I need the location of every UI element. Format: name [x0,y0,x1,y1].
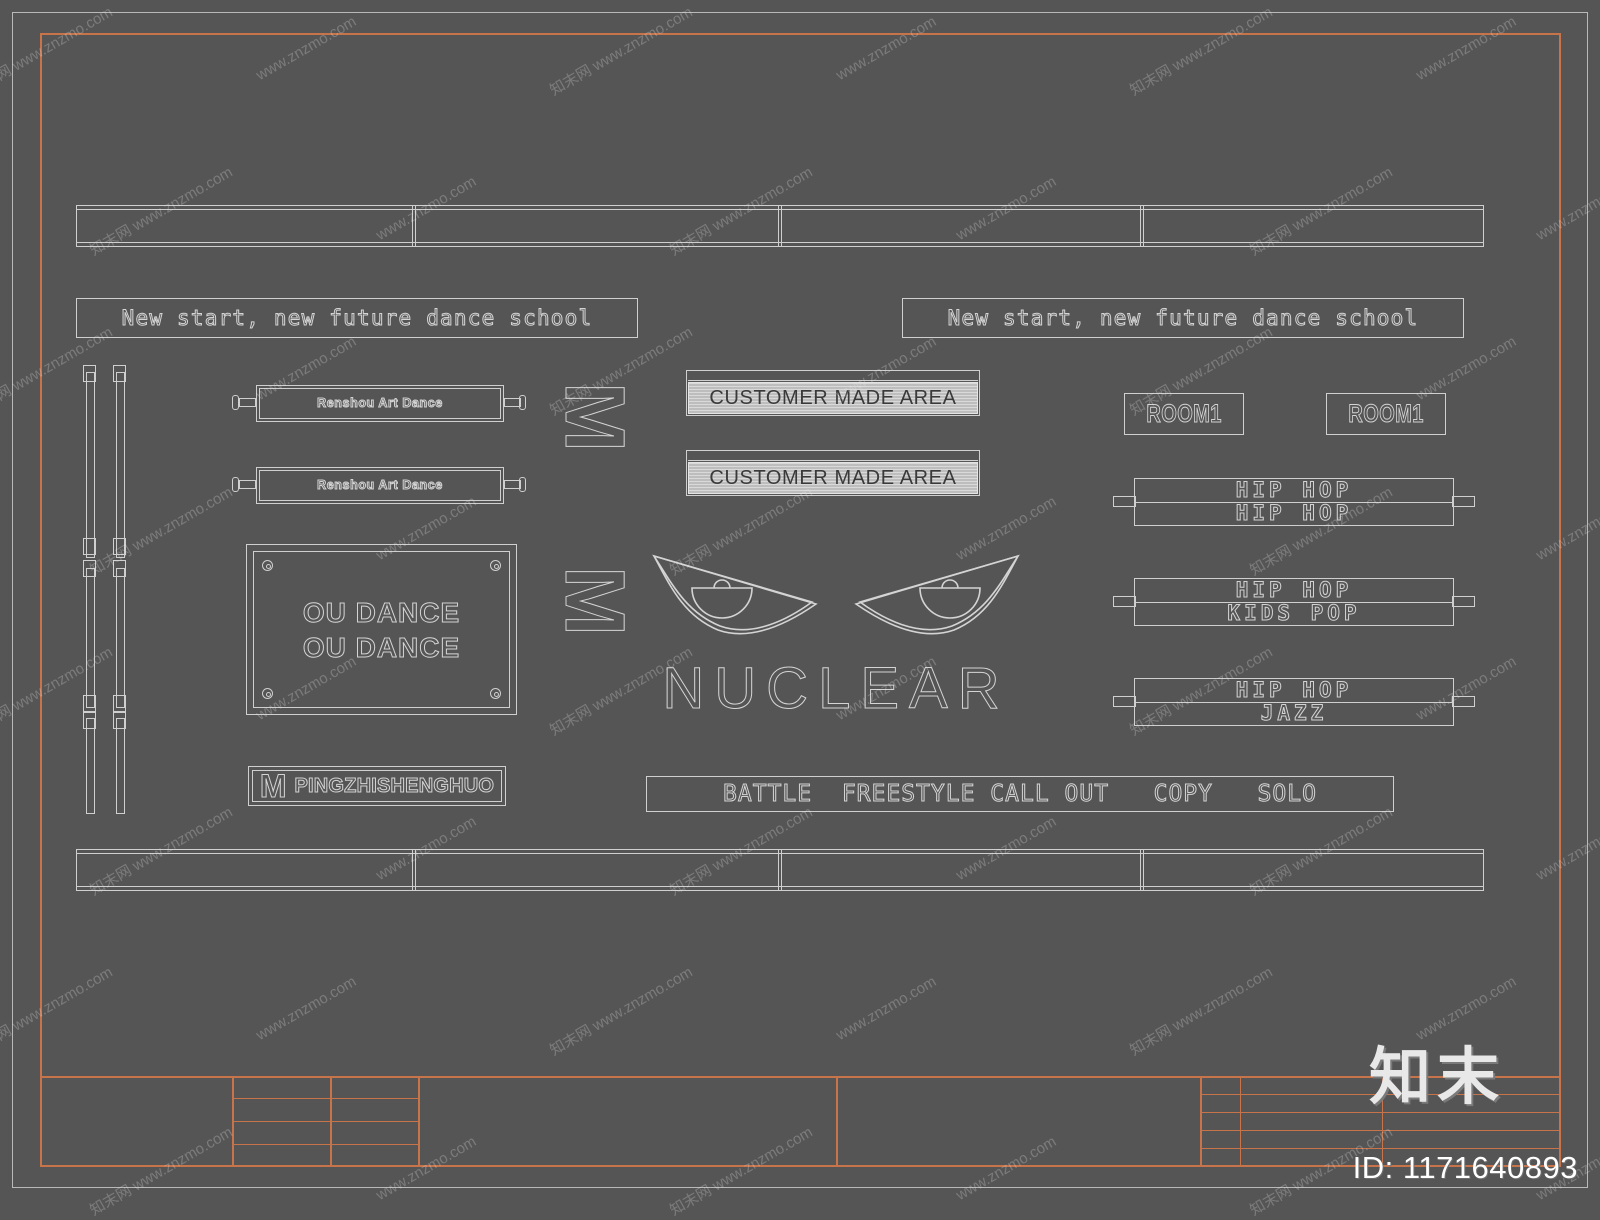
customer-made-area-label-2: CUSTOMER MADE AREA [709,466,957,489]
class-bar-1-line-2: HIP HOP [1235,501,1353,525]
watermark-brand: 知末 [1368,1043,1505,1112]
roller-tip-left [232,395,239,410]
roller-tip-right [519,477,526,492]
roller-sign-2: Renshou Art Dance [256,467,504,504]
brand-plate-mark: M [259,768,287,804]
vertical-rail-1 [86,372,95,558]
vertical-rail-1b [86,568,95,708]
class-bar-2-line-2: KIDS POP [1227,601,1361,625]
panel-bolt-tl [262,560,273,571]
slogan-left-text: New start, new future dance school [121,305,593,330]
ou-dance-line-2: OU DANCE [302,631,461,663]
vertical-rail-2b [116,568,125,708]
brand-plate: M PINGZHISHENGHUO [248,766,506,806]
rail-cap [83,538,96,555]
nuclear-wordmark: NUCLEAR [640,659,1032,718]
rail-cap [113,560,126,577]
top-rail-bar [76,205,1484,247]
big-letter-1-glyph: M [548,382,643,453]
class-bar-3-line-1: HIP HOP [1235,678,1353,702]
big-letter-2: M [527,566,643,676]
big-letter-1: M [527,382,643,492]
cad-drawing-sheet: New start, new future dance school New s… [0,0,1600,1220]
rail-cap [83,712,96,729]
class-bar-1: HIP HOP HIP HOP [1113,478,1475,526]
room-box-1-label: ROOM1 [1146,399,1222,428]
class-bar-3-line-2: JAZZ [1260,701,1328,725]
room-box-1: ROOM1 [1124,393,1244,435]
roller-tip-left [232,477,239,492]
class-bar-2-line-1: HIP HOP [1235,578,1353,602]
roller-nub-left [239,398,256,407]
room-box-2-label: ROOM1 [1348,399,1424,428]
battle-strip: BATTLE FREESTYLE CALL OUT COPY SOLO [646,776,1394,812]
vertical-rail-2 [116,372,125,558]
vertical-rail-2c [116,718,125,814]
roller-sign-1-label: Renshou Art Dance [317,396,443,411]
panel-bolt-tr [490,560,501,571]
slogan-right-text: New start, new future dance school [947,305,1419,330]
ou-dance-line-1: OU DANCE [302,596,461,628]
roller-sign-1: Renshou Art Dance [256,385,504,422]
slogan-banner-right: New start, new future dance school [902,298,1464,338]
rail-cap [113,538,126,555]
big-letter-2-glyph: M [548,566,643,637]
ou-dance-panel: OU DANCE OU DANCE [246,544,517,715]
roller-nub-left [239,480,256,489]
watermark-id: ID: 1171640893 [1352,1150,1578,1185]
vertical-rail-1c [86,718,95,814]
brand-plate-label: PINGZHISHENGHUO [294,775,495,797]
roller-tip-right [519,395,526,410]
rail-cap [113,695,126,712]
panel-bolt-br [490,688,501,699]
customer-made-area-label-1: CUSTOMER MADE AREA [709,386,957,409]
rail-cap [113,365,126,382]
angry-eyes-icon [640,538,1032,648]
rail-cap [83,365,96,382]
customer-made-area-bar-2: CUSTOMER MADE AREA [686,450,980,496]
class-bar-3: HIP HOP JAZZ [1113,678,1475,726]
bottom-rail-bar [76,849,1484,891]
customer-made-area-bar-1: CUSTOMER MADE AREA [686,370,980,416]
panel-bolt-bl [262,688,273,699]
rail-cap [83,695,96,712]
class-bar-1-line-1: HIP HOP [1235,478,1353,502]
rail-cap [113,712,126,729]
slogan-banner-left: New start, new future dance school [76,298,638,338]
rail-cap [83,560,96,577]
room-box-2: ROOM1 [1326,393,1446,435]
class-bar-2: HIP HOP KIDS POP [1113,578,1475,626]
roller-sign-2-label: Renshou Art Dance [317,478,443,493]
nuclear-wordmark-text: NUCLEAR [662,656,1010,721]
battle-strip-label: BATTLE FREESTYLE CALL OUT COPY SOLO [723,780,1317,807]
